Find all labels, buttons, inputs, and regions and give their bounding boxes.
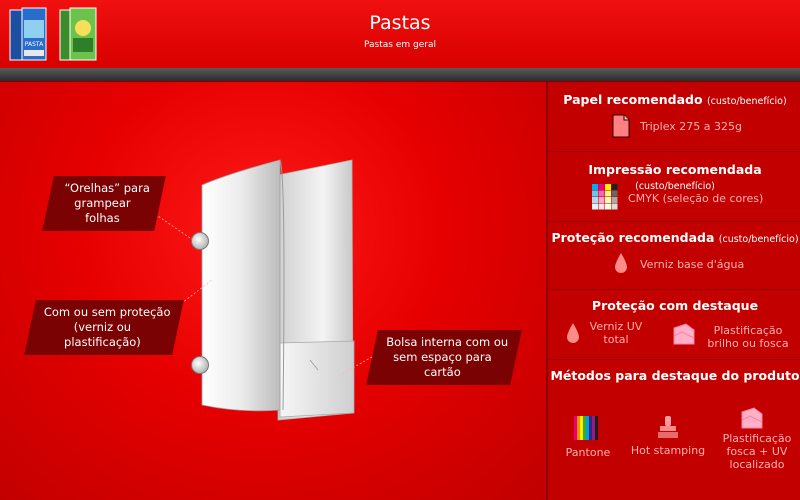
section-papel: Papel recomendado (custo/benefício) Trip…: [548, 82, 800, 152]
header: PASTA Pastas Pastas em geral: [0, 0, 800, 68]
callout-orelhas: “Orelhas” para grampear folhas: [42, 176, 166, 231]
metodos-item3-line3: localizado: [729, 458, 785, 471]
divider-bar: [0, 68, 800, 82]
lamination-icon: [741, 407, 763, 429]
callout-protecao-line2: (verniz ou plastificação): [64, 320, 141, 349]
section-protecao-title: Proteção recomendada (custo/benefício): [548, 230, 800, 245]
section-metodos-title: Métodos para destaque do produto: [550, 368, 800, 383]
page-subtitle: Pastas em geral: [364, 40, 436, 50]
section-destaque-title: Proteção com destaque: [591, 298, 759, 313]
destaque-item1-line2: total: [603, 333, 629, 346]
section-papel-title: Papel recomendado (custo/benefício): [548, 92, 800, 107]
page-title: Pastas: [369, 12, 431, 34]
impressao-title-text: Impressão recomendada: [588, 162, 762, 177]
protecao-title-text: Proteção recomendada: [551, 230, 715, 245]
metodos-item3: Plastificação fosca + UV localizado: [714, 432, 800, 471]
callout-protecao: Com ou sem proteção (verniz ou plastific…: [24, 300, 184, 355]
destaque-item2-line2: brilho ou fosca: [707, 337, 789, 350]
protecao-note: (custo/benefício): [718, 234, 799, 245]
leader-lines: [151, 211, 373, 376]
section-impressao-title: Impressão recomendada (custo/benefício): [548, 162, 800, 192]
cmyk-swatch-icon: [592, 184, 618, 210]
callout-bolsa-line2: sem espaço para cartão: [393, 350, 492, 379]
metodos-item2: Hot stamping: [630, 444, 706, 457]
section-destaque: Proteção com destaque Verniz UV total Pl…: [548, 290, 800, 360]
callout-orelhas-line2: grampear folhas: [74, 196, 131, 225]
specs-panel: Papel recomendado (custo/benefício) Trip…: [546, 82, 800, 500]
destaque-item2-line1: Plastificação: [713, 324, 783, 337]
section-protecao: Proteção recomendada (custo/benefício) V…: [548, 222, 800, 290]
section-impressao: Impressão recomendada (custo/benefício) …: [548, 152, 800, 222]
papel-item: Triplex 275 a 325g: [640, 120, 743, 133]
papel-title-text: Papel recomendado: [563, 92, 703, 107]
callout-bolsa-line1: Bolsa interna com ou: [386, 335, 509, 349]
destaque-item1: Verniz UV total: [584, 320, 648, 346]
stamp-icon: [658, 416, 678, 438]
water-drop-icon: [615, 253, 627, 273]
paper-sheet-icon: [612, 114, 630, 138]
protecao-item: Verniz base d'água: [640, 258, 745, 271]
lamination-icon: [673, 323, 695, 345]
destaque-item2: Plastificação brilho ou fosca: [700, 324, 796, 350]
impressao-item: CMYK (seleção de cores): [628, 192, 764, 205]
callout-protecao-line1: Com ou sem proteção: [43, 305, 171, 319]
pantone-icon: [574, 416, 598, 440]
metodos-item1: Pantone: [565, 446, 611, 459]
metodos-item3-line2: fosca + UV: [726, 445, 788, 458]
callout-orelhas-line1: “Orelhas” para: [64, 181, 150, 195]
metodos-item3-line1: Plastificação: [722, 432, 792, 445]
callout-bolsa: Bolsa interna com ou sem espaço para car…: [366, 330, 522, 385]
product-stage: “Orelhas” para grampear folhas Com ou se…: [0, 82, 546, 500]
destaque-item1-line1: Verniz UV: [589, 320, 643, 333]
section-metodos: Métodos para destaque do produto Pantone…: [548, 360, 800, 500]
impressao-note: (custo/benefício): [635, 181, 715, 192]
water-drop-icon: [567, 323, 579, 343]
papel-note: (custo/benefício): [706, 96, 787, 107]
